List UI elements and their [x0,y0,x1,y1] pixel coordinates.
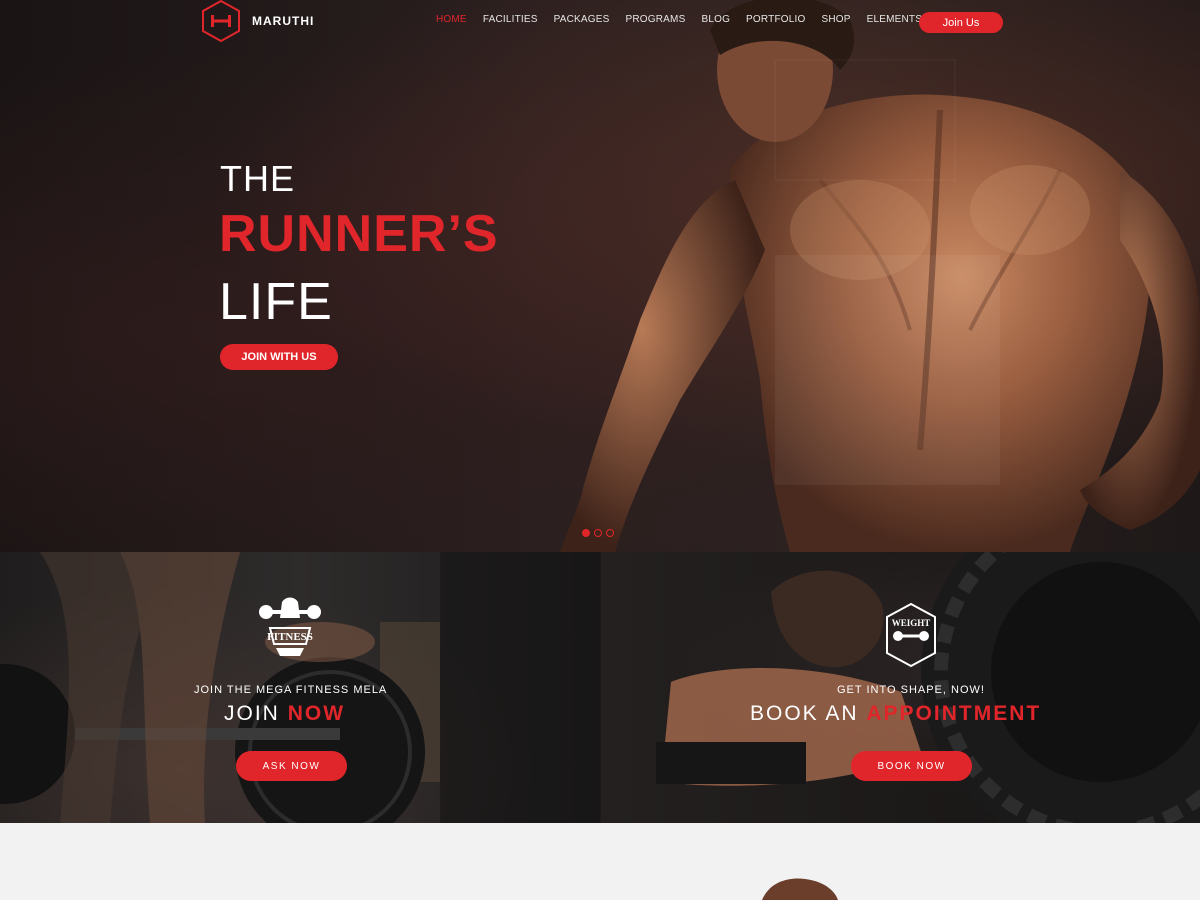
book-now-button[interactable]: BOOK NOW [851,751,972,781]
hero-slider: MARUTHI HOME FACILITIES PACKAGES PROGRAM… [0,0,1200,552]
promo-right-title-plain: BOOK AN [750,702,859,725]
promo-left-title-highlight: NOW [287,702,346,725]
promo-book-appointment: WEIGHT GET INTO SHAPE, NOW! BOOK AN APPO… [601,552,1200,823]
fitness-badge-text: FITNESS [267,631,313,643]
slider-pagination [582,529,618,537]
promo-right-subtitle: GET INTO SHAPE, NOW! [837,684,985,696]
slider-dot-3[interactable] [606,529,614,537]
brand-logo[interactable]: MARUTHI [200,0,314,42]
athlete-head-image [762,878,838,900]
promo-left-subtitle: JOIN THE MEGA FITNESS MELA [194,684,388,696]
nav-item-portfolio[interactable]: PORTFOLIO [746,14,805,25]
next-section [0,823,1200,900]
hero-headline-line2: RUNNER’S [219,205,499,263]
main-nav: HOME FACILITIES PACKAGES PROGRAMS BLOG P… [436,14,938,25]
nav-item-facilities[interactable]: FACILITIES [483,14,538,25]
weight-badge-icon: WEIGHT [886,602,936,668]
hero-athlete-image [560,0,1200,552]
join-us-button[interactable]: Join Us [919,12,1003,33]
nav-item-elements[interactable]: ELEMENTS [867,14,923,25]
nav-item-packages[interactable]: PACKAGES [554,14,610,25]
ask-now-button[interactable]: ASK NOW [236,751,347,781]
weight-badge-text: WEIGHT [892,618,931,628]
slider-dot-1[interactable] [582,529,590,537]
promo-right-title-highlight: APPOINTMENT [866,702,1042,725]
hero-headline-line1: THE [220,158,295,199]
promo-left-title-plain: JOIN [224,702,280,725]
nav-item-programs[interactable]: PROGRAMS [626,14,686,25]
nav-item-home[interactable]: HOME [436,14,467,25]
slider-dot-2[interactable] [594,529,602,537]
promo-right-title: BOOK AN APPOINTMENT [750,702,1041,726]
fitness-badge-icon: FITNESS [259,597,321,656]
dumbbell-hexagon-icon [202,0,240,42]
nav-item-shop[interactable]: SHOP [821,14,850,25]
hero-headline-line3: LIFE [219,273,333,331]
brand-name: MARUTHI [252,14,315,28]
nav-item-blog[interactable]: BLOG [701,14,730,25]
promo-join-now: FITNESS JOIN THE MEGA FITNESS MELA JOIN … [0,552,601,823]
join-with-us-button[interactable]: JOIN WITH US [220,344,338,370]
promo-left-title: JOIN NOW [224,702,345,726]
